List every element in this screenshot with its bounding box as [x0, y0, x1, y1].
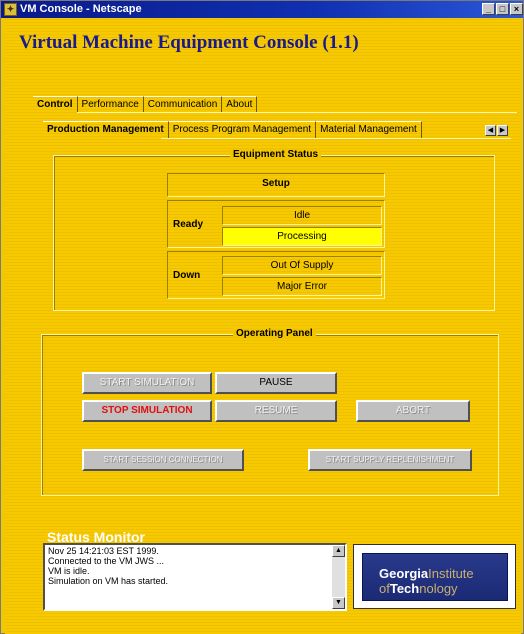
- state-processing: Processing: [222, 227, 382, 246]
- tab-performance[interactable]: Performance: [77, 96, 144, 113]
- georgia-tech-logo: GeorgiaInstitute ofTechnology: [353, 544, 516, 609]
- maximize-button[interactable]: □: [496, 3, 509, 15]
- down-label: Down: [173, 270, 201, 281]
- log-line: Simulation on VM has started.: [48, 576, 169, 586]
- logo-background: GeorgiaInstitute ofTechnology: [362, 553, 508, 601]
- ready-label: Ready: [173, 219, 204, 230]
- tab-divider: [77, 112, 517, 113]
- start-session-connection-button[interactable]: START SESSION CONNECTION: [82, 449, 244, 471]
- log-line: Connected to the VM JWS ...: [48, 556, 165, 566]
- tab-scroll-left-button[interactable]: ◀: [485, 125, 496, 136]
- log-scrollbar[interactable]: ▲ ▼: [332, 545, 345, 609]
- setup-box: Setup: [167, 173, 385, 197]
- tab-production-management[interactable]: Production Management: [43, 121, 169, 138]
- tab-label: Communication: [147, 99, 218, 110]
- scroll-up-icon[interactable]: ▲: [332, 545, 345, 557]
- browser-window: ✦ VM Console - Netscape _ □ × Virtual Ma…: [0, 0, 524, 634]
- resume-button[interactable]: RESUME: [215, 400, 337, 422]
- equipment-status-title: Equipment Status: [230, 149, 322, 160]
- page-title: Virtual Machine Equipment Console (1.1): [19, 32, 359, 53]
- close-button[interactable]: ×: [510, 3, 523, 15]
- logo-line-1: GeorgiaInstitute: [379, 566, 474, 581]
- tab-label: Material Management: [320, 124, 417, 135]
- scroll-down-icon[interactable]: ▼: [332, 597, 345, 609]
- setup-label: Setup: [262, 178, 290, 189]
- tab-control[interactable]: Control: [33, 96, 78, 113]
- window-title: VM Console - Netscape: [20, 3, 142, 15]
- tab-process-program-management[interactable]: Process Program Management: [168, 121, 317, 138]
- state-idle: Idle: [222, 206, 382, 225]
- main-tab-bar: Control Performance Communication About: [33, 96, 258, 113]
- stop-simulation-button[interactable]: STOP SIMULATION: [82, 400, 212, 422]
- sub-tab-divider: [161, 138, 511, 139]
- tab-material-management[interactable]: Material Management: [316, 121, 422, 138]
- pause-button[interactable]: PAUSE: [215, 372, 337, 394]
- title-bar[interactable]: ✦ VM Console - Netscape _ □ ×: [1, 1, 523, 18]
- tab-label: Control: [37, 99, 73, 110]
- tab-label: About: [226, 99, 253, 110]
- netscape-icon: ✦: [4, 3, 17, 16]
- minimize-button[interactable]: _: [482, 3, 495, 15]
- tab-communication[interactable]: Communication: [143, 96, 223, 113]
- tab-label: Process Program Management: [172, 124, 312, 135]
- log-line: Nov 25 14:21:03 EST 1999.: [48, 546, 159, 556]
- log-line: VM is idle.: [48, 566, 90, 576]
- start-simulation-button[interactable]: START SIMULATION: [82, 372, 212, 394]
- state-out-of-supply: Out Of Supply: [222, 256, 382, 275]
- log-text-area[interactable]: Nov 25 14:21:03 EST 1999. Connected to t…: [45, 546, 333, 586]
- tab-scroll-right-button[interactable]: ▶: [497, 125, 508, 136]
- logo-line-2: ofTechnology: [379, 581, 458, 596]
- tab-about[interactable]: About: [222, 96, 258, 113]
- state-major-error: Major Error: [222, 277, 382, 296]
- tab-label: Production Management: [47, 124, 164, 135]
- tab-label: Performance: [81, 99, 139, 110]
- start-supply-replenishment-button[interactable]: START SUPPLY REPLENISHMENT: [308, 449, 472, 471]
- abort-button[interactable]: ABORT: [356, 400, 470, 422]
- operating-panel-title: Operating Panel: [233, 328, 316, 339]
- sub-tab-bar: Production Management Process Program Ma…: [43, 121, 422, 138]
- status-monitor-log[interactable]: Nov 25 14:21:03 EST 1999. Connected to t…: [43, 543, 347, 611]
